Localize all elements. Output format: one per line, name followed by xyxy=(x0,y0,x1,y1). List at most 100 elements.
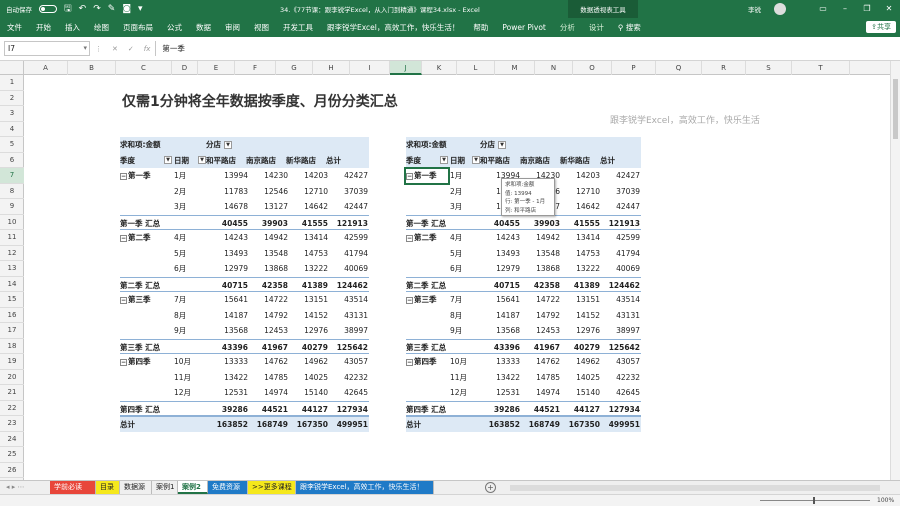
row-total-cell[interactable]: 499951 xyxy=(326,417,368,433)
collapse-icon[interactable]: − xyxy=(406,358,413,366)
cancel-icon[interactable]: ✕ xyxy=(112,45,118,53)
date-filter-dropdown-icon[interactable]: ▼ xyxy=(472,155,480,164)
value-cell[interactable]: 39903 xyxy=(246,216,288,232)
value-cell[interactable]: 13994 xyxy=(206,168,248,184)
value-cell[interactable]: 39286 xyxy=(206,402,248,418)
add-sheet-icon[interactable]: + xyxy=(485,482,496,493)
insert-function-icon[interactable]: fx xyxy=(144,45,151,53)
tab-formulas[interactable]: 公式 xyxy=(160,22,189,33)
column-header-n[interactable]: N xyxy=(535,61,573,75)
row-filter-dropdown-icon[interactable]: ▼ xyxy=(440,155,448,164)
row-header-20[interactable]: 20 xyxy=(0,370,24,385)
value-cell[interactable]: 12531 xyxy=(480,385,520,401)
value-cell[interactable]: 43396 xyxy=(206,340,248,356)
value-cell[interactable]: 167350 xyxy=(286,417,328,433)
row-total-cell[interactable]: 121913 xyxy=(326,216,368,232)
row-header-8[interactable]: 8 xyxy=(0,184,24,199)
restore-icon[interactable]: ❐ xyxy=(856,0,878,18)
value-cell[interactable]: 15641 xyxy=(480,292,520,308)
row-total-cell[interactable]: 127934 xyxy=(326,402,368,418)
tab-draw[interactable]: 绘图 xyxy=(87,22,116,33)
value-cell[interactable]: 12453 xyxy=(520,323,560,339)
value-cell[interactable]: 14187 xyxy=(480,308,520,324)
share-button[interactable]: ⇪共享 xyxy=(866,21,896,33)
value-cell[interactable]: 168749 xyxy=(520,417,560,433)
value-cell[interactable]: 42358 xyxy=(246,278,288,294)
value-cell[interactable]: 12710 xyxy=(560,184,600,200)
tab-power-pivot[interactable]: Power Pivot xyxy=(495,23,552,32)
column-filter-dropdown-icon[interactable]: ▼ xyxy=(498,141,506,149)
undo-icon[interactable]: ↶ xyxy=(79,4,87,14)
value-cell[interactable]: 14722 xyxy=(246,292,288,308)
vertical-scroll-thumb[interactable] xyxy=(893,79,898,139)
value-cell[interactable]: 13422 xyxy=(206,370,248,386)
row-header-13[interactable]: 13 xyxy=(0,261,24,277)
value-cell[interactable]: 13548 xyxy=(246,246,288,262)
collapse-icon[interactable]: − xyxy=(406,296,413,304)
value-cell[interactable]: 14025 xyxy=(560,370,600,386)
value-cell[interactable]: 41555 xyxy=(286,216,328,232)
sheet-tab[interactable]: 目录 xyxy=(96,481,120,494)
ribbon-display-icon[interactable]: ▭ xyxy=(812,0,834,18)
value-cell[interactable]: 14785 xyxy=(520,370,560,386)
date-filter-dropdown-icon[interactable]: ▼ xyxy=(198,155,206,164)
value-cell[interactable]: 43396 xyxy=(480,340,520,356)
value-cell[interactable]: 14642 xyxy=(560,199,600,215)
value-cell[interactable]: 14187 xyxy=(206,308,248,324)
row-total-cell[interactable]: 42645 xyxy=(326,385,368,401)
value-cell[interactable]: 168749 xyxy=(246,417,288,433)
column-header-j[interactable]: J xyxy=(390,61,422,75)
row-header-9[interactable]: 9 xyxy=(0,199,24,215)
tab-help[interactable]: 帮助 xyxy=(466,22,495,33)
value-cell[interactable]: 13414 xyxy=(286,230,328,246)
value-cell[interactable]: 15140 xyxy=(560,385,600,401)
value-cell[interactable]: 14203 xyxy=(286,168,328,184)
row-header-15[interactable]: 15 xyxy=(0,292,24,308)
value-cell[interactable]: 13868 xyxy=(246,261,288,277)
column-header-g[interactable]: G xyxy=(276,61,313,75)
tab-design[interactable]: 设计 xyxy=(582,22,611,33)
value-cell[interactable]: 13414 xyxy=(560,230,600,246)
row-header-1[interactable]: 1 xyxy=(0,75,24,91)
value-cell[interactable]: 14753 xyxy=(560,246,600,262)
value-cell[interactable]: 14942 xyxy=(520,230,560,246)
row-header-12[interactable]: 12 xyxy=(0,246,24,261)
tab-developer[interactable]: 开发工具 xyxy=(276,22,320,33)
sheet-nav-arrows[interactable]: ◂ ▸ ⋯ xyxy=(6,481,24,494)
collapse-icon[interactable]: − xyxy=(120,234,127,242)
row-filter-dropdown-icon[interactable]: ▼ xyxy=(164,155,172,164)
row-total-cell[interactable]: 37039 xyxy=(600,184,640,200)
avatar[interactable] xyxy=(774,3,786,15)
value-cell[interactable]: 14678 xyxy=(206,199,248,215)
row-total-cell[interactable]: 37039 xyxy=(326,184,368,200)
row-header-26[interactable]: 26 xyxy=(0,463,24,478)
row-total-cell[interactable]: 41794 xyxy=(326,246,368,262)
value-cell[interactable]: 14152 xyxy=(560,308,600,324)
value-cell[interactable]: 14152 xyxy=(286,308,328,324)
value-cell[interactable]: 41967 xyxy=(520,340,560,356)
column-header-s[interactable]: S xyxy=(746,61,792,75)
value-cell[interactable]: 41967 xyxy=(246,340,288,356)
value-cell[interactable]: 13222 xyxy=(286,261,328,277)
redo-icon[interactable]: ↷ xyxy=(93,4,101,14)
row-total-cell[interactable]: 42447 xyxy=(600,199,640,215)
column-header-l[interactable]: L xyxy=(457,61,495,75)
value-cell[interactable]: 42358 xyxy=(520,278,560,294)
row-total-cell[interactable]: 43131 xyxy=(600,308,640,324)
value-cell[interactable]: 14753 xyxy=(286,246,328,262)
sheet-tab[interactable]: 案例2 xyxy=(178,481,208,494)
column-filter-dropdown-icon[interactable]: ▼ xyxy=(224,141,232,149)
tab-home[interactable]: 开始 xyxy=(29,22,58,33)
value-cell[interactable]: 40455 xyxy=(480,216,520,232)
row-total-cell[interactable]: 43057 xyxy=(600,354,640,370)
value-cell[interactable]: 14792 xyxy=(246,308,288,324)
row-total-cell[interactable]: 38997 xyxy=(326,323,368,339)
camera-icon[interactable]: ◙ xyxy=(122,4,131,14)
tab-insert[interactable]: 插入 xyxy=(58,22,87,33)
format-painter-icon[interactable]: ✎ xyxy=(108,4,116,14)
value-cell[interactable]: 14243 xyxy=(480,230,520,246)
value-cell[interactable]: 15641 xyxy=(206,292,248,308)
row-total-cell[interactable]: 43131 xyxy=(326,308,368,324)
enter-icon[interactable]: ✓ xyxy=(128,45,134,53)
row-total-cell[interactable]: 42447 xyxy=(326,199,368,215)
